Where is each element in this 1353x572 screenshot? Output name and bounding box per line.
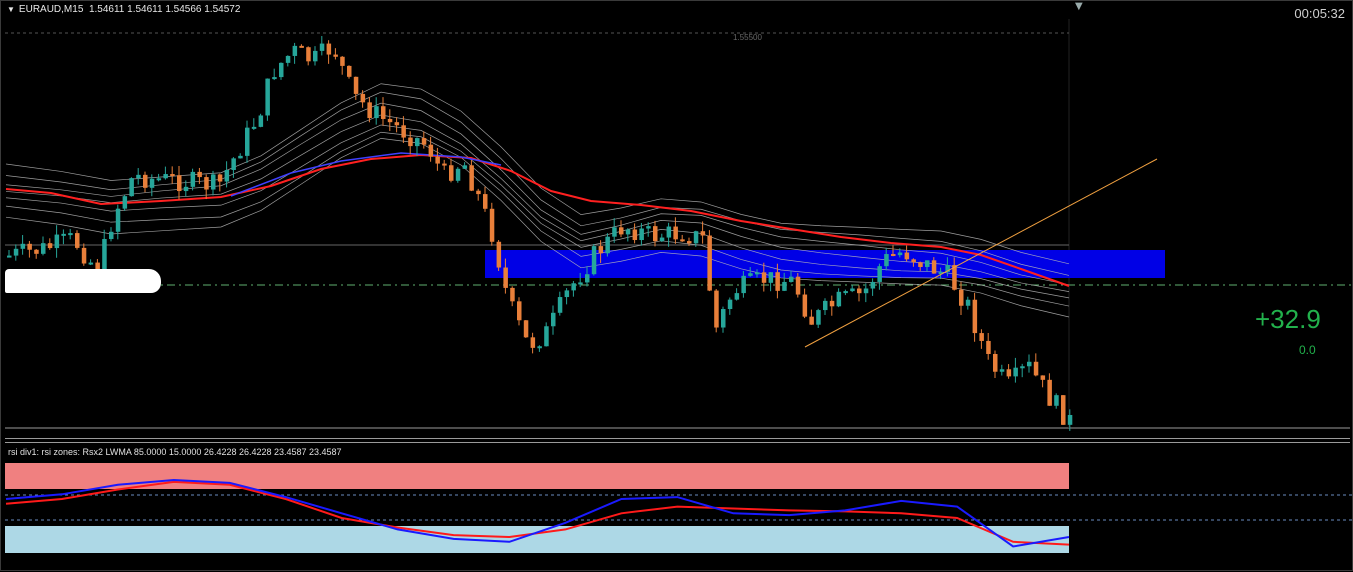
overbought-zone bbox=[5, 463, 1069, 489]
chart-window[interactable]: ▼ EURAUD,M15 1.54611 1.54611 1.54566 1.54… bbox=[0, 0, 1353, 571]
indicator-chart[interactable] bbox=[1, 1, 1353, 572]
oversold-zone bbox=[5, 526, 1069, 553]
indicator-label: rsi div1: rsi zones: Rsx2 LWMA 85.0000 1… bbox=[8, 447, 342, 457]
